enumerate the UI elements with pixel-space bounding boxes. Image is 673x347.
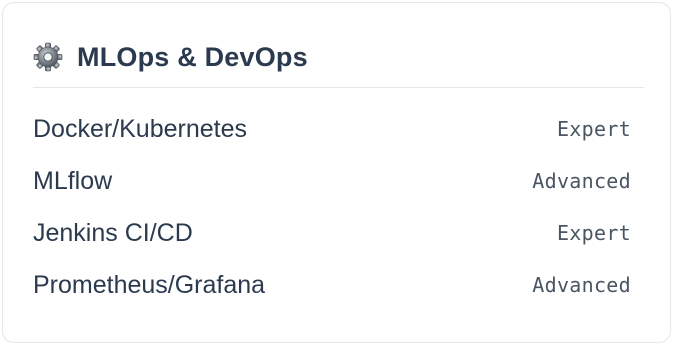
skill-level: Expert [556, 221, 631, 245]
header-divider [33, 87, 644, 88]
skill-level: Expert [556, 117, 631, 141]
skill-list: Docker/Kubernetes Expert MLflow Advanced… [33, 103, 631, 311]
card-header: MLOps & DevOps [33, 37, 308, 77]
skill-name: Prometheus/Grafana [33, 270, 266, 299]
gear-icon [33, 42, 63, 72]
skill-name: MLflow [33, 166, 113, 195]
skills-card: MLOps & DevOps Docker/Kubernetes Expert … [2, 2, 671, 343]
list-item: Jenkins CI/CD Expert [33, 207, 631, 259]
skill-name: Jenkins CI/CD [33, 218, 193, 247]
card-title: MLOps & DevOps [77, 42, 308, 72]
list-item: MLflow Advanced [33, 155, 631, 207]
list-item: Prometheus/Grafana Advanced [33, 259, 631, 311]
list-item: Docker/Kubernetes Expert [33, 103, 631, 155]
skill-level: Advanced [532, 169, 631, 193]
skill-level: Advanced [532, 273, 631, 297]
skill-name: Docker/Kubernetes [33, 114, 248, 143]
